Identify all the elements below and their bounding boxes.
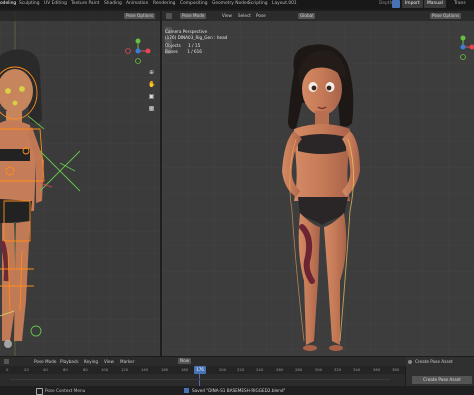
- timeline-pose-mode[interactable]: Pose Mode: [34, 359, 56, 365]
- timeline-marker[interactable]: Marker: [120, 359, 134, 365]
- tab-scripting[interactable]: Scripting: [248, 1, 268, 6]
- grid-icon[interactable]: ▦: [148, 105, 155, 112]
- tab-modeling[interactable]: odeling: [0, 1, 16, 6]
- tick-label: 260: [276, 367, 284, 372]
- tab-compositing[interactable]: Compositing: [180, 1, 208, 6]
- timeline-body[interactable]: [0, 374, 405, 386]
- timeline-playback[interactable]: Playback: [60, 359, 79, 365]
- tab-rendering[interactable]: Rendering: [153, 1, 175, 6]
- objects-value: 1 / 15: [188, 43, 201, 48]
- bones-value: 1 / 616: [187, 49, 202, 54]
- viewport-info: Camera Perspective (176) DINA03_Rig_Gen …: [165, 29, 227, 55]
- pose-asset-panel: Create Pose Asset Create Pose Asset: [406, 357, 474, 386]
- tick-label: 40: [43, 367, 48, 372]
- tick-label: 340: [353, 367, 361, 372]
- camera-icon[interactable]: ▣: [148, 93, 155, 100]
- tick-label: 120: [121, 367, 129, 372]
- playhead-line: [199, 374, 200, 386]
- tick-label: 200: [219, 367, 227, 372]
- file-icon[interactable]: [392, 0, 400, 8]
- left-viewport-header: Pose Options: [0, 11, 160, 21]
- menu-pose[interactable]: Pose: [256, 13, 266, 19]
- pose-options-button[interactable]: Pose Options: [430, 13, 462, 19]
- tick-label: 140: [141, 367, 149, 372]
- status-bar: Pose Context Menu Saved "DINA-S1 BASEMES…: [0, 386, 474, 395]
- manual-button[interactable]: Manual: [424, 0, 446, 8]
- tick-label: 80: [83, 367, 88, 372]
- info-icon: [184, 388, 189, 393]
- tick-label: 180: [181, 367, 189, 372]
- left-navigation-gizmo[interactable]: [124, 37, 152, 65]
- tick-label: 100: [101, 367, 109, 372]
- create-pose-asset-label: Create Pose Asset: [415, 359, 453, 364]
- zoom-icon[interactable]: ⊕: [148, 69, 155, 76]
- asset-icon: [408, 360, 412, 364]
- main-navigation-gizmo[interactable]: [452, 35, 474, 65]
- create-pose-asset-button[interactable]: Create Pose Asset: [412, 376, 472, 384]
- mouse-icon: [36, 388, 43, 395]
- mode-dropdown[interactable]: Pose Mode: [180, 13, 207, 19]
- main-viewport-header: Pose Mode View Select Pose Global Pose O…: [162, 11, 474, 21]
- tick-label: 300: [315, 367, 323, 372]
- editor-type-icon[interactable]: [166, 13, 172, 19]
- tick-label: 280: [295, 367, 303, 372]
- status-context-text: Pose Context Menu: [45, 388, 86, 393]
- left-pose-options-button[interactable]: Pose Options: [124, 13, 156, 19]
- top-bar: odeling Sculpting UV Editing Texture Pai…: [0, 0, 474, 9]
- menu-select[interactable]: Select: [238, 13, 251, 19]
- tab-geometry-nodes[interactable]: Geometry Nodes: [212, 1, 249, 6]
- tick-label: 360: [373, 367, 381, 372]
- timeline-view[interactable]: View: [104, 359, 114, 365]
- summary-track: [10, 379, 390, 380]
- left-viewport[interactable]: Pose Options ⊕ ✋ ▣ ▦: [0, 11, 160, 356]
- tab-texture-paint[interactable]: Texture Paint: [71, 1, 99, 6]
- active-object-label: (176) DINA03_Rig_Gen : head: [165, 35, 228, 40]
- orientation-dropdown[interactable]: Global: [298, 13, 316, 19]
- timeline-header: Pose Mode Playback Keying View Marker No…: [0, 357, 474, 366]
- main-viewport-scene: [162, 11, 474, 356]
- tab-animation[interactable]: Animation: [126, 1, 148, 6]
- tick-label: 380: [392, 367, 400, 372]
- tab-sculpting[interactable]: Sculpting: [19, 1, 40, 6]
- saved-message: Saved "DINA-S1 BASEMESH-RIGGED2.blend": [192, 388, 286, 393]
- tab-shading[interactable]: Shading: [104, 1, 122, 6]
- tick-label: 60: [63, 367, 68, 372]
- import-button[interactable]: Import: [402, 0, 423, 8]
- bones-stat: Bones 1 / 616: [165, 49, 227, 55]
- tick-label: 220: [237, 367, 245, 372]
- current-frame-indicator[interactable]: 176: [194, 366, 206, 374]
- tick-label: 320: [334, 367, 342, 372]
- timeline-keying[interactable]: Keying: [84, 359, 98, 365]
- objects-label: Objects: [165, 43, 181, 48]
- tab-uv-editing[interactable]: UV Editing: [44, 1, 67, 6]
- now-button[interactable]: Now: [178, 358, 192, 364]
- bones-label: Bones: [165, 49, 178, 54]
- timeline-editor-icon[interactable]: [4, 359, 9, 364]
- tick-label: 0: [6, 367, 9, 372]
- tab-layout-001[interactable]: Layout.001: [272, 1, 297, 6]
- main-viewport[interactable]: Pose Mode View Select Pose Global Pose O…: [162, 11, 474, 356]
- trans-button[interactable]: Trans: [451, 0, 469, 8]
- menu-view[interactable]: View: [222, 13, 232, 19]
- tick-label: 240: [256, 367, 264, 372]
- hand-icon[interactable]: ✋: [148, 81, 155, 88]
- tick-label: 20: [24, 367, 29, 372]
- tick-label: 160: [161, 367, 169, 372]
